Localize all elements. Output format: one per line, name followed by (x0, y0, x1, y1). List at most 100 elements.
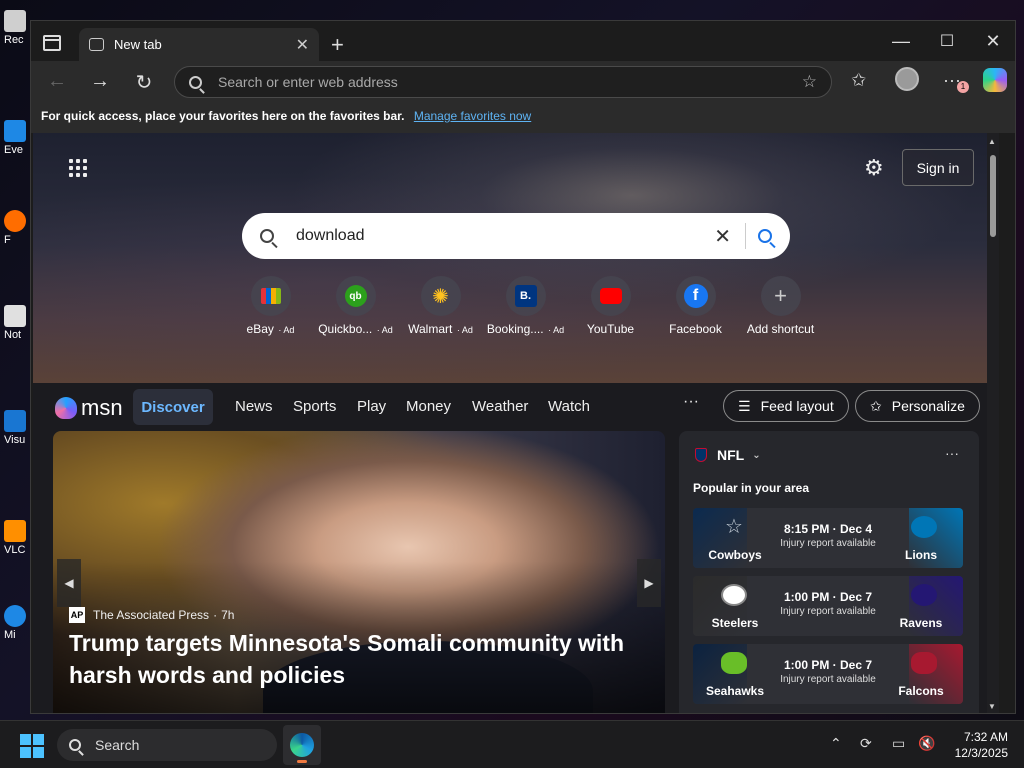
system-clock[interactable]: 7:32 AM 12/3/2025 (948, 729, 1008, 761)
display-icon[interactable]: ▭ (892, 735, 905, 752)
game-card[interactable]: 1:00 PM · Dec 7 Injury report available S… (693, 644, 963, 704)
back-button[interactable]: ← (43, 70, 71, 93)
tab-actions-icon[interactable] (43, 35, 61, 51)
volume-muted-icon[interactable]: 🔇 (918, 735, 935, 752)
ap-logo-icon: AP (69, 607, 85, 623)
sync-icon[interactable]: ⟳ (860, 735, 872, 752)
scrollbar-thumb[interactable] (990, 155, 996, 237)
copilot-icon[interactable] (983, 68, 1007, 92)
favorites-bar-hint: For quick access, place your favorites h… (41, 109, 405, 123)
close-tab-icon[interactable]: ✕ (296, 35, 309, 55)
shortcut-booking[interactable]: B. Booking.... · Ad (483, 276, 568, 336)
page-scrollbar[interactable]: ▲ ▼ (987, 133, 999, 713)
ebay-icon (260, 288, 281, 304)
shortcut-facebook[interactable]: f Facebook (653, 276, 738, 336)
game-card[interactable]: ☆ 8:15 PM · Dec 4 Injury report available… (693, 508, 963, 568)
sliders-icon: ☰ (738, 397, 751, 414)
tab-news[interactable]: News (235, 398, 273, 415)
tab-money[interactable]: Money (406, 398, 451, 415)
msn-feed-header: msn Discover News Sports Play Money Weat… (33, 383, 999, 435)
favorites-icon[interactable]: ✩ (851, 70, 866, 91)
chevron-up-icon[interactable]: ⌃ (830, 735, 842, 752)
desktop-icon-visual-studio[interactable]: Visu (4, 410, 32, 446)
sign-in-button[interactable]: Sign in (902, 149, 974, 186)
facebook-icon: f (683, 284, 708, 308)
cowboys-logo-icon: ☆ (725, 516, 743, 538)
shortcut-quickbooks[interactable]: qb Quickbo... · Ad (313, 276, 398, 336)
lions-logo-icon (911, 516, 937, 538)
search-icon (189, 75, 202, 89)
story-source: AP The Associated Press · 7h (69, 607, 235, 623)
shortcut-ebay[interactable]: eBay · Ad (228, 276, 313, 336)
falcons-logo-icon (911, 652, 937, 674)
tab-discover[interactable]: Discover (133, 389, 213, 425)
search-submit-icon[interactable] (758, 229, 772, 243)
taskbar-search[interactable]: Search (57, 729, 277, 761)
add-favorite-icon[interactable]: ☆ (802, 72, 817, 92)
chevron-down-icon: ⌄ (752, 449, 761, 461)
plus-icon: + (774, 283, 787, 308)
msn-logo[interactable]: msn (55, 395, 123, 421)
app-launcher-icon[interactable] (69, 159, 87, 177)
desktop-icon-vlc[interactable]: VLC (4, 520, 32, 556)
personalize-button[interactable]: ✩ Personalize (855, 390, 980, 422)
maximize-button[interactable]: ☐ (932, 31, 962, 51)
nfl-dropdown[interactable]: NFL ⌄ (695, 447, 761, 463)
manage-favorites-link[interactable]: Manage favorites now (414, 109, 531, 123)
browser-toolbar: ← → ↻ Search or enter web address ☆ ✩ ··… (31, 61, 1015, 103)
nfl-shield-icon (695, 448, 707, 462)
walmart-icon: ✺ (432, 285, 449, 308)
settings-more-icon[interactable]: ··· 1 (943, 70, 969, 93)
seahawks-logo-icon (721, 652, 747, 674)
tab-watch[interactable]: Watch (548, 398, 590, 415)
gear-icon[interactable]: ⚙ (864, 155, 884, 181)
active-indicator (297, 760, 307, 763)
forward-button[interactable]: → (86, 70, 114, 93)
nfl-widget: NFL ⌄ ··· Popular in your area ☆ 8:15 PM … (679, 431, 979, 713)
address-bar[interactable]: Search or enter web address ☆ (174, 66, 832, 98)
booking-icon: B. (514, 285, 537, 307)
tab-sports[interactable]: Sports (293, 398, 336, 415)
close-window-button[interactable]: ✕ (978, 31, 1008, 52)
quick-links: eBay · Ad qb Quickbo... · Ad ✺ Walmart · A… (228, 276, 823, 336)
msn-butterfly-icon (55, 397, 77, 419)
tab-weather[interactable]: Weather (472, 398, 528, 415)
tab-new-tab[interactable]: New tab ✕ (79, 28, 319, 61)
shortcut-walmart[interactable]: ✺ Walmart · Ad (398, 276, 483, 336)
feed-layout-button[interactable]: ☰ Feed layout (723, 390, 849, 422)
scroll-up-icon[interactable]: ▲ (988, 137, 996, 146)
more-icon[interactable]: ··· (683, 393, 699, 411)
more-options-icon[interactable]: ··· (945, 445, 959, 461)
game-card[interactable]: 1:00 PM · Dec 7 Injury report available S… (693, 576, 963, 636)
scroll-down-icon[interactable]: ▼ (988, 702, 996, 711)
ravens-logo-icon (911, 584, 937, 606)
start-button[interactable] (20, 734, 44, 758)
carousel-next-button[interactable]: ▶ (637, 559, 661, 607)
tab-title: New tab (114, 37, 162, 52)
story-headline[interactable]: Trump targets Minnesota's Somali communi… (69, 627, 649, 691)
add-shortcut-button[interactable]: + Add shortcut (738, 276, 823, 336)
feature-story-card[interactable]: ◀ ▶ AP The Associated Press · 7h Trump t… (53, 431, 665, 713)
web-search-box[interactable]: download ✕ (242, 213, 790, 259)
shortcut-youtube[interactable]: YouTube (568, 276, 653, 336)
minimize-button[interactable]: — (886, 31, 916, 52)
page-icon (89, 38, 104, 51)
clear-icon[interactable]: ✕ (714, 224, 731, 249)
desktop-icon-f[interactable]: F (4, 210, 32, 246)
refresh-button[interactable]: ↻ (130, 70, 158, 95)
desktop-icon-mi[interactable]: Mi (4, 605, 32, 641)
tab-play[interactable]: Play (357, 398, 386, 415)
desktop-icon-notepad[interactable]: Not (4, 305, 32, 341)
new-tab-button[interactable]: + (331, 32, 344, 58)
edge-icon (290, 733, 314, 757)
profile-avatar[interactable] (895, 67, 919, 91)
desktop-icon-recycle-bin[interactable]: Rec (4, 10, 32, 46)
search-input[interactable]: download (296, 227, 365, 245)
desktop-icon-eve[interactable]: Eve (4, 120, 32, 156)
divider (745, 223, 746, 249)
carousel-prev-button[interactable]: ◀ (57, 559, 81, 607)
edge-taskbar-button[interactable] (283, 725, 321, 765)
taskbar: Search ⌃ ⟳ ▭ 🔇 7:32 AM 12/3/2025 (0, 720, 1024, 768)
address-placeholder: Search or enter web address (218, 74, 398, 90)
quickbooks-icon: qb (344, 285, 367, 307)
